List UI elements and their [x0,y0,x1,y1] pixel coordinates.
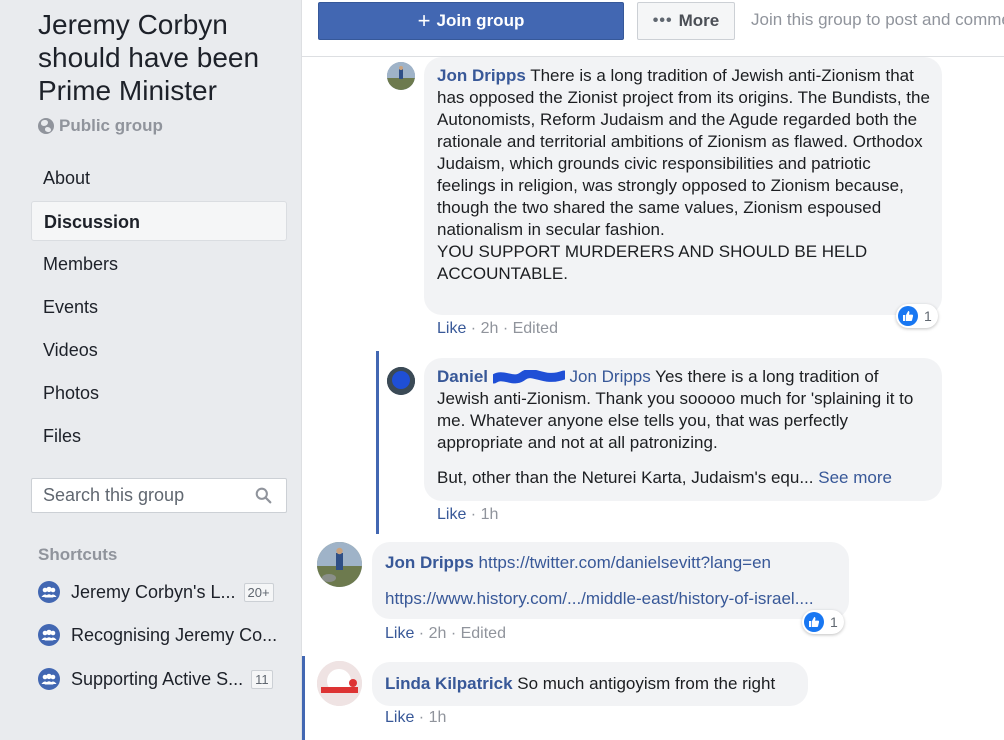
more-label: More [678,11,720,30]
group-search-input[interactable] [43,485,243,506]
like-reaction-icon [804,612,824,632]
reaction-number: 1 [830,614,838,630]
comment-author[interactable]: Linda Kilpatrick [385,674,513,693]
twitter-link[interactable]: https://twitter.com/danielsevitt?lang=en [479,553,771,572]
comments-feed: Jon Dripps There is a long tradition of … [302,57,1004,740]
avatar[interactable] [387,367,415,395]
privacy-label: Public group [38,116,163,136]
edited-label[interactable]: Edited [513,320,558,337]
reaction-count[interactable]: 1 [802,610,844,634]
comment-timestamp[interactable]: 1h [429,709,447,726]
mention-link[interactable]: Jon Dripps [570,367,651,386]
comment-bubble: Linda Kilpatrick So much antigoyism from… [372,662,808,706]
comment-actions: Like · 2h · Edited [437,320,558,337]
avatar[interactable] [387,62,415,90]
nav-item-videos[interactable]: Videos [31,330,287,370]
shortcut-label: Recognising Jeremy Co... [71,624,278,645]
reaction-number: 1 [924,308,932,324]
edited-label[interactable]: Edited [461,625,506,642]
shortcut-item[interactable]: Supporting Active S... 11 [38,667,288,691]
avatar[interactable] [317,542,362,587]
profile-photo-icon [387,62,415,90]
comment-bubble: Jon Dripps There is a long tradition of … [424,57,942,315]
shortcut-label: Jeremy Corbyn's L... [71,581,236,602]
like-link[interactable]: Like [385,625,414,642]
group-search-box [31,478,287,513]
comment-text: There is a long tradition of Jewish anti… [437,66,930,239]
avatar[interactable] [317,661,362,706]
like-link[interactable]: Like [437,320,466,337]
join-group-button[interactable]: + Join group [318,2,624,40]
profile-photo-icon [387,367,415,395]
group-icon [38,624,60,646]
group-sidebar: Jeremy Corbyn should have been Prime Min… [0,0,302,740]
reaction-count[interactable]: 1 [896,304,938,328]
comment-timestamp[interactable]: 2h [429,625,447,642]
redaction-mark [489,368,569,386]
profile-photo-icon [317,542,362,587]
join-hint-text: Join this group to post and comme [751,10,1004,29]
history-link[interactable]: https://www.history.com/.../middle-east/… [385,589,814,608]
profile-photo-icon [317,661,362,706]
nav-item-photos[interactable]: Photos [31,373,287,413]
shortcut-item[interactable]: Jeremy Corbyn's L... 20+ [38,580,288,604]
comment-text: So much antigoyism from the right [512,674,776,693]
comment-timestamp[interactable]: 1h [481,506,499,523]
comment-timestamp[interactable]: 2h [481,320,499,337]
more-button[interactable]: ••• More [637,2,735,40]
globe-icon [38,118,54,134]
group-title[interactable]: Jeremy Corbyn should have been Prime Min… [38,8,288,107]
comment-author[interactable]: Daniel [437,367,488,386]
shortcut-count-badge: 20+ [243,582,274,602]
search-icon[interactable] [255,487,272,504]
like-link[interactable]: Like [437,506,466,523]
comment-bubble: Daniel Jon Dripps Yes there is a long tr… [424,358,942,501]
shortcut-item[interactable]: Recognising Jeremy Co... [38,623,288,647]
comment-text-line2: But, other than the Neturei Karta, Judai… [437,468,814,487]
nav-item-about[interactable]: About [31,158,287,198]
group-nav: About Discussion Members Events Videos P… [31,158,287,459]
nav-item-discussion[interactable]: Discussion [31,201,287,241]
comment-author[interactable]: Jon Dripps [385,553,474,572]
nav-item-files[interactable]: Files [31,416,287,456]
comment-author[interactable]: Jon Dripps [437,66,526,85]
group-icon [38,668,60,690]
comment-text-line2: YOU SUPPORT MURDERERS AND SHOULD BE HELD… [437,242,868,283]
comment-actions: Like · 1h [437,506,499,523]
like-link[interactable]: Like [385,709,414,726]
reply-thread-line [302,656,305,740]
group-action-bar: + Join group ••• More Join this group to… [302,0,1004,57]
shortcut-count-badge: 11 [251,669,273,689]
nav-item-events[interactable]: Events [31,287,287,327]
nav-item-members[interactable]: Members [31,244,287,284]
ellipsis-icon: ••• [652,12,673,29]
like-reaction-icon [898,306,918,326]
comment-bubble: Jon Dripps https://twitter.com/danielsev… [372,542,849,619]
comment-actions: Like · 2h · Edited [385,625,506,642]
comment-actions: Like · 1h [385,709,447,726]
group-icon [38,581,60,603]
plus-icon: + [417,8,431,33]
shortcuts-heading: Shortcuts [38,545,118,564]
reply-thread-line [376,351,379,534]
join-group-label: Join group [436,11,525,30]
privacy-text: Public group [59,116,163,135]
see-more-link[interactable]: See more [818,468,892,487]
shortcut-label: Supporting Active S... [71,668,244,689]
